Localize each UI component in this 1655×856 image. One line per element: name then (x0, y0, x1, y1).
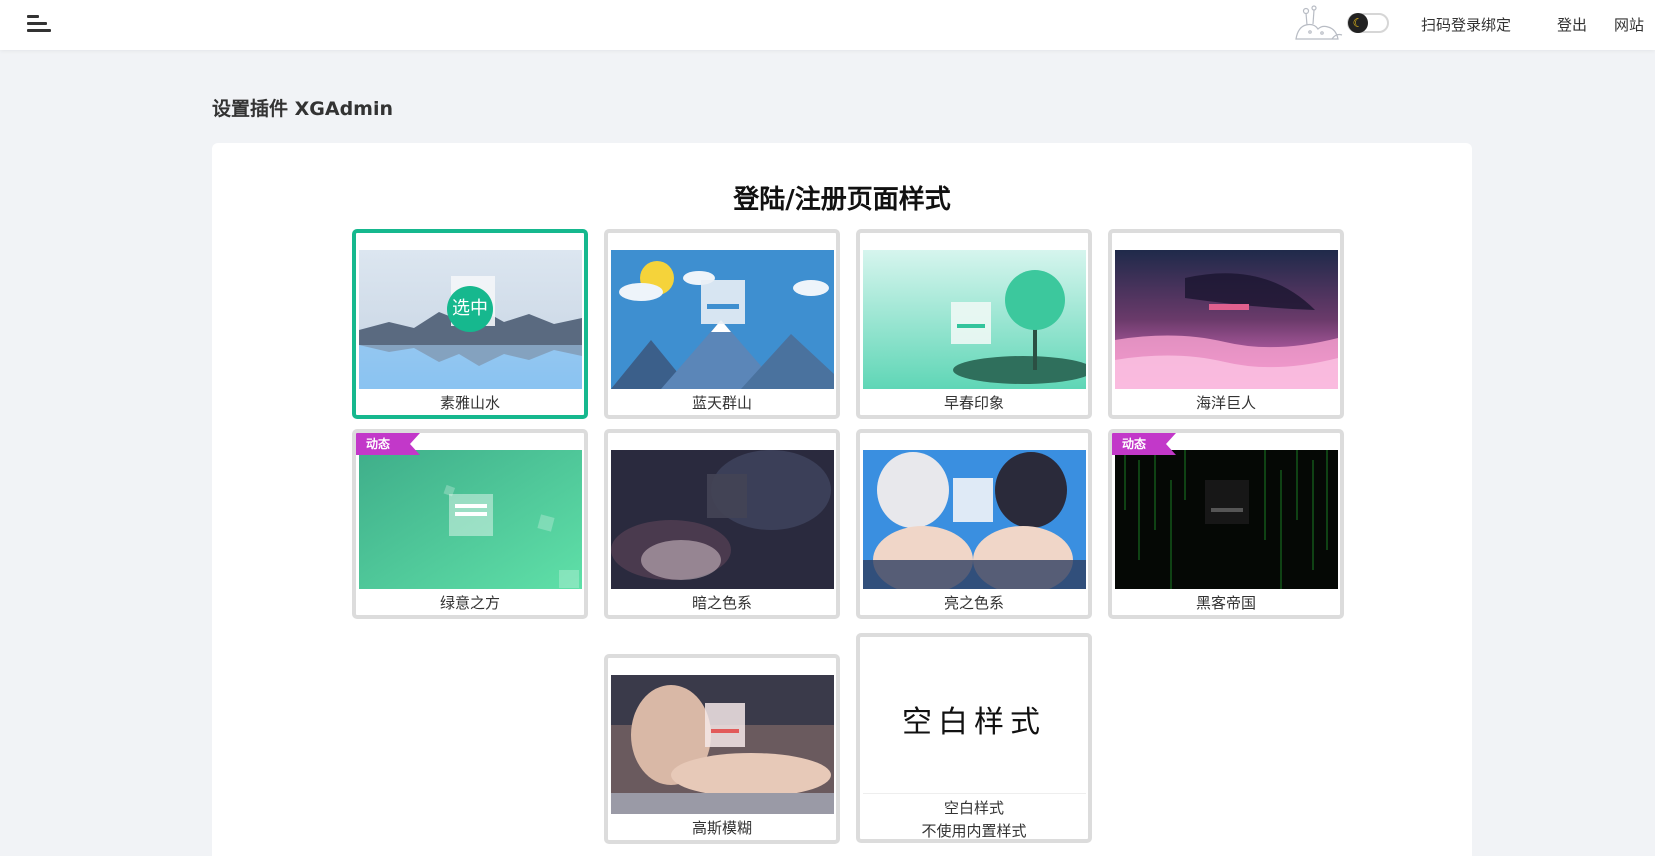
style-card-haiyang-juren[interactable]: 海洋巨人 (1108, 229, 1344, 419)
style-card-an-zhi-sexi[interactable]: 暗之色系 (604, 429, 840, 619)
qr-bind-link[interactable]: 扫码登录绑定 (1421, 14, 1511, 35)
style-label: 高斯模糊 (691, 819, 752, 837)
dynamic-tag: 动态 (1122, 437, 1147, 451)
style-thumbnail (611, 675, 834, 814)
style-thumbnail (1115, 250, 1338, 389)
top-bar: ☾ 扫码登录绑定 登出 网站 (0, 0, 1655, 50)
style-thumbnail (611, 450, 834, 589)
style-thumbnail (863, 450, 1086, 589)
selected-badge: 选中 (447, 286, 493, 332)
page-title: 设置插件 XGAdmin (212, 98, 394, 120)
style-card-zaochun-yinxiang[interactable]: 早春印象 (856, 229, 1092, 419)
style-thumbnail (611, 250, 834, 389)
dynamic-ribbon: 动态 (356, 433, 420, 455)
style-sublabel: 不使用内置样式 (921, 822, 1027, 840)
style-label: 蓝天群山 (691, 394, 752, 412)
dynamic-ribbon: 动态 (1112, 433, 1176, 455)
settings-panel: 登陆/注册页面样式 选中 素雅山水 蓝天群山 早春印象 海洋巨人 动态 绿意之方… (212, 143, 1472, 856)
style-card-lantian-qunshan[interactable]: 蓝天群山 (604, 229, 840, 419)
logout-link[interactable]: 登出 (1557, 14, 1587, 35)
style-card-lvyi-zhifang[interactable]: 动态 绿意之方 (352, 429, 588, 619)
style-label: 黑客帝国 (1195, 594, 1256, 612)
style-label: 绿意之方 (439, 594, 500, 612)
style-label: 空白样式 (943, 799, 1004, 817)
style-label: 早春印象 (943, 394, 1004, 412)
style-thumbnail (1115, 450, 1338, 589)
mascot-illustration (1295, 5, 1343, 40)
style-thumbnail (863, 250, 1086, 389)
style-label: 素雅山水 (439, 394, 500, 412)
moon-icon: ☾ (1348, 13, 1368, 33)
style-card-liang-zhi-sexi[interactable]: 亮之色系 (856, 429, 1092, 619)
style-label: 暗之色系 (691, 594, 752, 612)
style-card-gaosi-mohu[interactable]: 高斯模糊 (604, 654, 840, 844)
section-title: 登陆/注册页面样式 (733, 185, 951, 215)
style-card-blank[interactable]: 空白样式 空白样式 不使用内置样式 (856, 633, 1092, 843)
site-link[interactable]: 网站 (1614, 14, 1644, 35)
menu-toggle-icon[interactable] (27, 14, 51, 34)
dynamic-tag: 动态 (366, 437, 391, 451)
style-label: 海洋巨人 (1195, 394, 1256, 412)
style-thumbnail (359, 450, 582, 589)
style-card-heike-diguo[interactable]: 动态 黑客帝国 (1108, 429, 1344, 619)
style-label: 亮之色系 (943, 594, 1004, 612)
style-card-suya-shanshui[interactable]: 选中 素雅山水 (352, 229, 588, 419)
dark-mode-toggle[interactable]: ☾ (1347, 13, 1389, 33)
blank-style-art: 空白样式 (902, 705, 1046, 740)
